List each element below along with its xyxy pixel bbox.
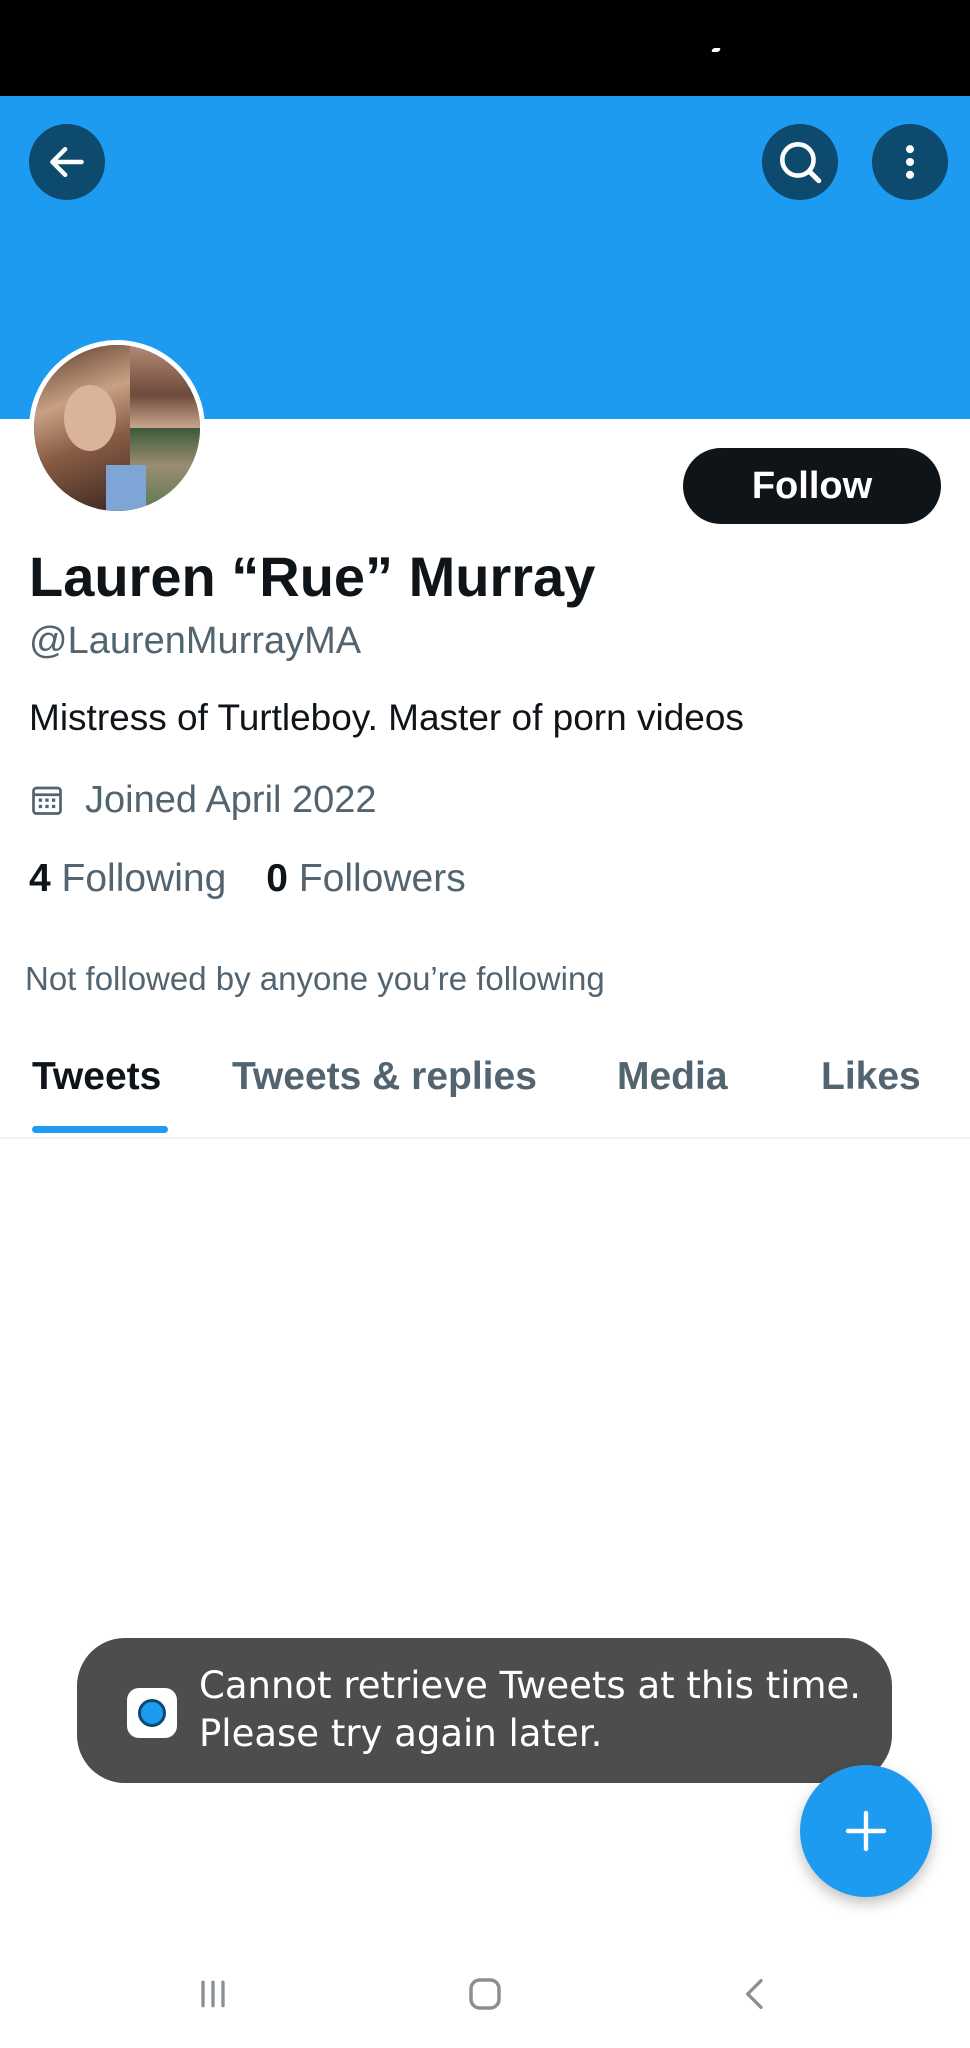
error-toast: Cannot retrieve Tweets at this time. Ple… [77, 1638, 892, 1783]
twitter-app-icon [127, 1688, 177, 1738]
tab-tweets[interactable]: Tweets [32, 1055, 161, 1099]
nav-back-button[interactable] [726, 1964, 786, 2024]
following-count: 4 [29, 857, 51, 900]
back-button[interactable] [29, 124, 105, 200]
system-nav-bar [0, 1940, 970, 2048]
active-tab-indicator [32, 1126, 168, 1133]
toast-message: Cannot retrieve Tweets at this time. Ple… [199, 1662, 879, 1758]
more-options-button[interactable] [872, 124, 948, 200]
following-label: Following [61, 857, 227, 900]
joined-text: Joined April 2022 [85, 778, 377, 821]
follow-button[interactable]: Follow [683, 448, 941, 524]
followers-label: Followers [298, 857, 466, 900]
follow-stats: 4 Following 0 Followers [29, 857, 466, 901]
profile-tabs: Tweets Tweets & replies Media Likes [0, 1045, 970, 1139]
profile-handle: @LaurenMurrayMA [29, 620, 362, 662]
home-icon [469, 1978, 501, 2010]
more-vertical-icon [905, 145, 915, 179]
avatar[interactable] [29, 340, 205, 516]
search-button[interactable] [762, 124, 838, 200]
toast-line-2: Please try again later. [199, 1712, 603, 1755]
profile-screen: Follow Lauren “Rue” Murray @LaurenMurray… [0, 0, 970, 2048]
followers-count: 0 [266, 857, 288, 900]
arrow-left-icon [50, 146, 84, 178]
joined-date: Joined April 2022 [29, 776, 377, 824]
search-icon [780, 142, 822, 184]
tab-likes[interactable]: Likes [821, 1055, 921, 1099]
chevron-left-icon [746, 1979, 763, 2009]
followers-link[interactable]: 0 Followers [266, 857, 465, 901]
compose-tweet-button[interactable] [800, 1765, 932, 1897]
calendar-icon [29, 782, 65, 818]
toast-line-1: Cannot retrieve Tweets at this time. [199, 1664, 862, 1707]
recents-icon [201, 1980, 225, 2008]
tab-tweets-replies[interactable]: Tweets & replies [232, 1055, 537, 1099]
following-link[interactable]: 4 Following [29, 857, 226, 901]
plus-icon [845, 1810, 887, 1852]
tab-media[interactable]: Media [617, 1055, 728, 1099]
not-followed-notice: Not followed by anyone you’re following [25, 960, 605, 997]
home-button[interactable] [455, 1964, 515, 2024]
avatar-photo [34, 345, 200, 511]
recents-button[interactable] [183, 1964, 243, 2024]
profile-name: Lauren “Rue” Murray [29, 545, 596, 608]
profile-bio: Mistress of Turtleboy. Master of porn vi… [29, 697, 744, 738]
status-bar [0, 0, 970, 96]
status-mark [710, 48, 722, 52]
